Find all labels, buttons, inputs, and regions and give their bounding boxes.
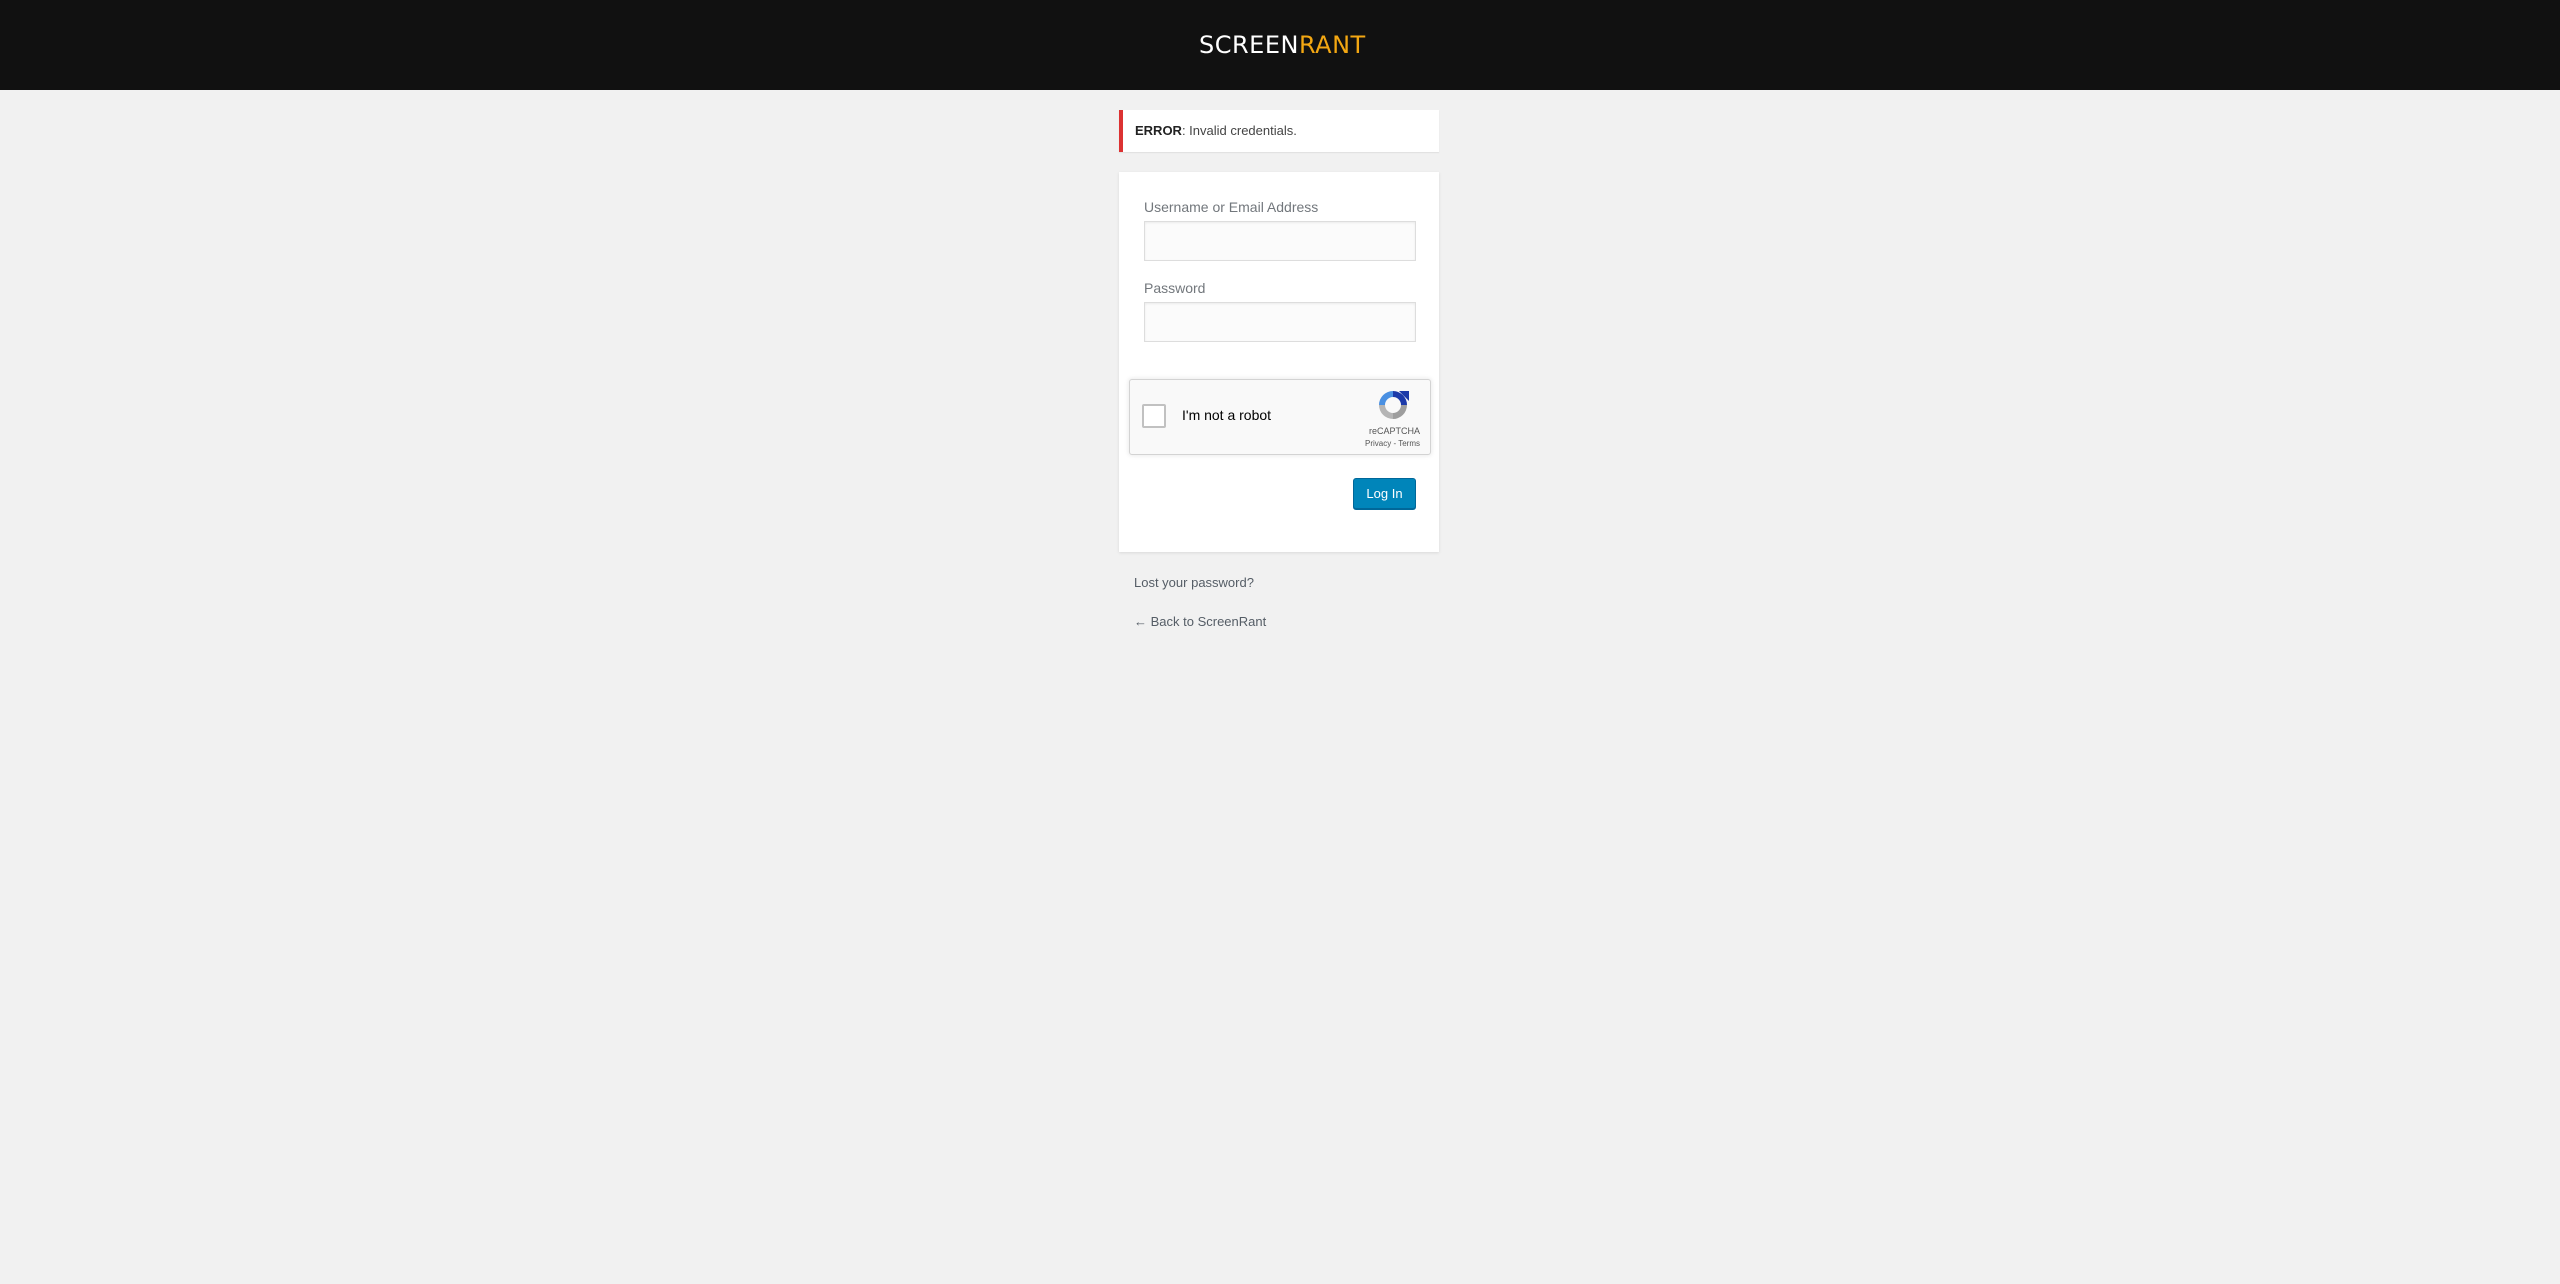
error-label: ERROR xyxy=(1135,123,1182,138)
recaptcha-logo-icon xyxy=(1379,391,1409,419)
back-to-site-link[interactable]: ← Back to ScreenRant xyxy=(1134,614,1266,629)
username-label: Username or Email Address xyxy=(1144,199,1319,215)
recaptcha-brand: reCAPTCHA xyxy=(1368,426,1420,436)
recaptcha-privacy-link[interactable]: Privacy xyxy=(1365,439,1391,448)
password-label: Password xyxy=(1144,280,1206,296)
logo-text-screen: SCREEN xyxy=(1199,31,1299,59)
site-logo[interactable]: SCREENRANT xyxy=(1199,29,1366,61)
recaptcha-checkbox[interactable] xyxy=(1142,404,1166,428)
error-message: : Invalid credentials. xyxy=(1181,123,1297,138)
login-form: Username or Email Address Password I'm n… xyxy=(1119,172,1439,552)
username-field[interactable] xyxy=(1144,221,1416,261)
site-header: SCREENRANT xyxy=(0,0,2560,90)
login-error-notice: ERROR: Invalid credentials. xyxy=(1119,110,1439,152)
recaptcha-widget: I'm not a robot reCAPTCHA Privacy - Term… xyxy=(1129,379,1431,455)
recaptcha-label: I'm not a robot xyxy=(1182,407,1272,423)
recaptcha-links: Privacy - Terms xyxy=(1365,439,1420,448)
logo-text-rant: RANT xyxy=(1298,31,1366,59)
recaptcha-terms-link[interactable]: Terms xyxy=(1398,439,1420,448)
lost-password-link[interactable]: Lost your password? xyxy=(1134,575,1254,590)
login-button[interactable]: Log In xyxy=(1353,478,1416,509)
password-field[interactable] xyxy=(1144,302,1416,342)
